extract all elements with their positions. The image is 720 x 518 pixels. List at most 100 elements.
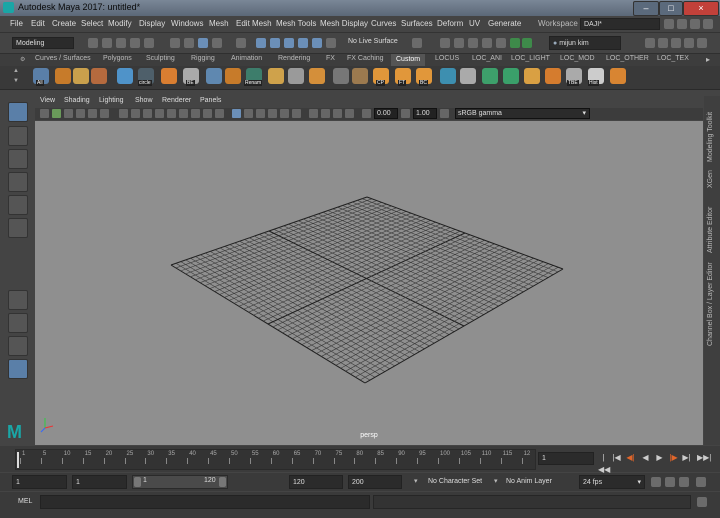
select-component-icon[interactable] [198, 38, 208, 48]
four-view-layout-icon[interactable] [8, 313, 28, 333]
menu-curves[interactable]: Curves [371, 19, 396, 28]
menu-deform[interactable]: Deform [437, 19, 463, 28]
menu-modify[interactable]: Modify [108, 19, 132, 28]
menu-uv[interactable]: UV [469, 19, 480, 28]
animation-start-field[interactable]: 1 [12, 475, 67, 489]
gamma-field[interactable]: 1.00 [413, 108, 437, 119]
auto-key-icon[interactable] [679, 477, 689, 487]
attribute-editor-toggle-icon[interactable] [658, 38, 668, 48]
menu-mesh-display[interactable]: Mesh Display [320, 19, 368, 28]
uv-shelf-icon[interactable] [482, 68, 498, 84]
menu-create[interactable]: Create [52, 19, 76, 28]
select-all-icon[interactable]: All [33, 68, 49, 86]
panel-menu-show[interactable]: Show [135, 97, 153, 104]
perspective-viewport[interactable]: persp [35, 121, 703, 445]
history-icon[interactable] [412, 38, 422, 48]
pyramid-shelf-icon[interactable] [610, 68, 626, 84]
select-hierarchy-icon[interactable] [170, 38, 180, 48]
range-slider[interactable]: 1 120 [132, 475, 228, 489]
isolate-select-icon[interactable] [309, 109, 318, 118]
single-perspective-layout-icon[interactable] [8, 290, 28, 310]
color-management-icon[interactable] [440, 109, 449, 118]
menu-display[interactable]: Display [139, 19, 165, 28]
lasso-tool-icon[interactable] [8, 126, 28, 146]
range-end-handle[interactable] [219, 477, 226, 487]
colorspace-dropdown[interactable]: sRGB gamma ▾ [455, 108, 590, 119]
xray-components-icon[interactable] [345, 109, 354, 118]
settings-icon[interactable] [703, 19, 713, 29]
loop-icon[interactable] [651, 477, 661, 487]
shelf-tab-loc-tex[interactable]: LOC_TEX [657, 55, 689, 65]
step-back-frame-button[interactable]: |◀ [611, 452, 622, 464]
menu-generate[interactable]: Generate [488, 19, 521, 28]
range-start-handle[interactable] [134, 477, 141, 487]
wireframe-icon[interactable] [203, 109, 212, 118]
poly-shelf-icon[interactable] [225, 68, 241, 84]
motion-blur-icon[interactable] [292, 109, 301, 118]
panel-menu-lighting[interactable]: Lighting [99, 97, 124, 104]
sphere-shelf-icon[interactable] [73, 68, 89, 84]
tool-settings-toggle-icon[interactable] [671, 38, 681, 48]
shelf-gear-icon[interactable]: ⚙ [20, 56, 26, 63]
snap-grid-icon[interactable] [236, 38, 246, 48]
paint-select-tool-icon[interactable] [8, 149, 28, 169]
ft-shelf-icon[interactable]: FT [395, 68, 411, 86]
character-set-dropdown[interactable]: No Character Set [428, 478, 482, 485]
orange-cube-icon[interactable] [545, 68, 561, 84]
current-time-indicator[interactable] [17, 452, 19, 468]
use-all-lights-icon[interactable] [256, 109, 265, 118]
cylinder-shelf-icon[interactable] [91, 68, 107, 84]
step-back-key-button[interactable]: ◀| [625, 452, 636, 464]
workspace-icon[interactable] [664, 19, 674, 29]
modeling-toolkit-toggle-icon[interactable] [645, 38, 655, 48]
cube-shelf-icon[interactable] [55, 68, 71, 84]
playback-end-field[interactable]: 120 [289, 475, 343, 489]
rotate-tool-icon[interactable] [8, 195, 28, 215]
go-to-start-button[interactable]: |◀◀ [598, 452, 610, 474]
brush-shelf-icon[interactable] [117, 68, 133, 84]
snap-point-icon[interactable] [270, 38, 280, 48]
scale-tool-icon[interactable] [8, 218, 28, 238]
time-slider[interactable]: 1 5 10 15 20 25 30 35 40 45 50 55 60 65 70 75 80 85 90 95 10… [15, 449, 536, 470]
screen-space-ao-icon[interactable] [280, 109, 289, 118]
layout-icon[interactable] [677, 19, 687, 29]
render-view-icon[interactable] [468, 38, 478, 48]
fps-dropdown[interactable]: 24 fps ▾ [579, 475, 645, 489]
command-input[interactable] [40, 495, 370, 509]
outliner-layout-icon[interactable] [8, 359, 28, 379]
texture-shelf-icon[interactable] [524, 68, 540, 84]
shelf-tab-loc-other[interactable]: LOC_OTHER [606, 55, 649, 65]
save-scene-icon[interactable] [116, 38, 126, 48]
shelf-tab-polygons[interactable]: Polygons [103, 55, 132, 65]
render-frame-icon[interactable] [440, 38, 450, 48]
shelf-down-icon[interactable]: ▼ [13, 78, 19, 84]
textured-icon[interactable] [244, 109, 253, 118]
pause-render-icon[interactable] [522, 38, 532, 48]
menu-edit[interactable]: Edit [31, 19, 45, 28]
field-chart-icon[interactable] [167, 109, 176, 118]
play-backwards-button[interactable]: ◀ [640, 452, 651, 464]
orange-sphere-icon[interactable] [161, 68, 177, 84]
menu-mesh[interactable]: Mesh [209, 19, 229, 28]
tab-modeling-toolkit[interactable]: Modeling Toolkit [707, 112, 714, 162]
hist-shelf-icon[interactable]: Hist [588, 68, 604, 86]
shelf-tab-rigging[interactable]: Rigging [191, 55, 215, 65]
ipr-icon[interactable] [510, 38, 520, 48]
two-d-pan-icon[interactable] [88, 109, 97, 118]
shelf-up-icon[interactable]: ▲ [13, 68, 19, 74]
be-shelf-icon[interactable]: BE [183, 68, 199, 86]
grid-shelf-icon[interactable] [288, 68, 304, 84]
script-shelf-icon[interactable] [206, 68, 222, 84]
script-editor-icon[interactable] [697, 497, 707, 507]
safe-action-icon[interactable] [179, 109, 188, 118]
script-language-label[interactable]: MEL [18, 498, 32, 505]
circle-shelf-icon[interactable]: circle [138, 68, 154, 86]
render-settings-icon[interactable] [482, 38, 492, 48]
anim-layer-dropdown[interactable]: No Anim Layer [506, 478, 552, 485]
menu-file[interactable]: File [10, 19, 23, 28]
exposure-field[interactable]: 0.00 [374, 108, 398, 119]
rename-shelf-icon[interactable]: Renam [244, 68, 263, 86]
tab-xgen[interactable]: XGen [707, 170, 714, 188]
tab-attribute-editor[interactable]: Attribute Editor [707, 207, 714, 253]
snap-vertex-icon[interactable] [312, 38, 322, 48]
